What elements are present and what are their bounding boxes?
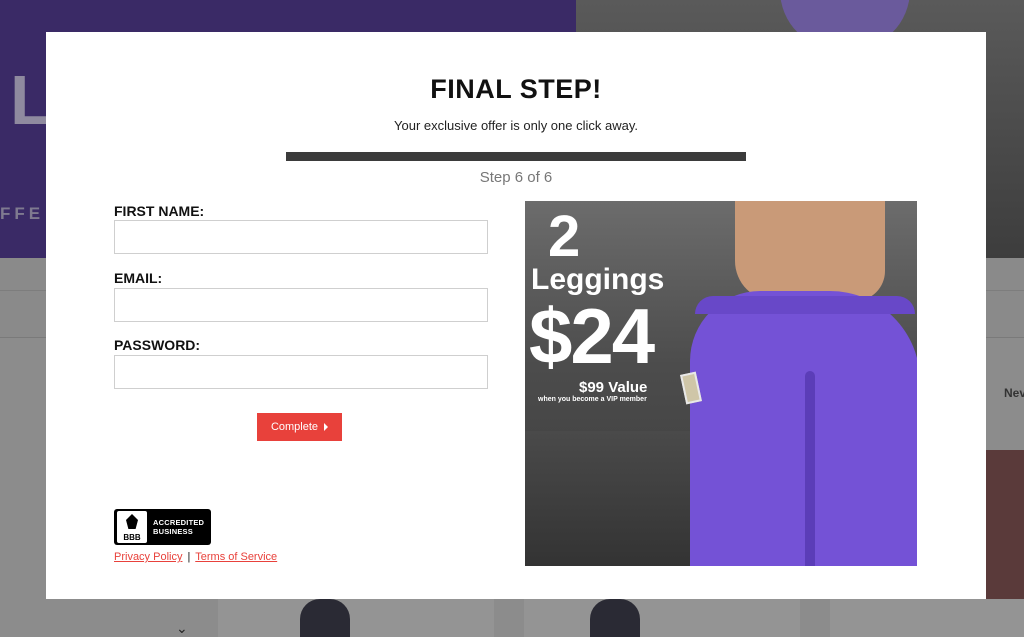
promo-price: $24 — [529, 292, 655, 380]
promo-model-back — [735, 201, 885, 301]
bbb-badge-line2: BUSINESS — [153, 527, 193, 536]
background-product-tile — [830, 599, 1024, 637]
bbb-logo-text: BBB — [123, 533, 141, 542]
complete-button[interactable]: Complete — [257, 413, 342, 441]
first-name-label: FIRST NAME: — [114, 203, 205, 219]
modal-subtitle: Your exclusive offer is only one click a… — [394, 118, 638, 133]
step-indicator: Step 6 of 6 — [479, 169, 553, 186]
bbb-badge-line1: ACCREDITED — [153, 518, 205, 527]
background-product-tile — [218, 599, 494, 637]
background-product-tile — [524, 599, 800, 637]
caret-right-icon — [324, 423, 329, 431]
background-product-photo — [986, 450, 1024, 600]
modal-title: FINAL STEP! — [430, 74, 602, 104]
bbb-accredited-badge[interactable]: BBB ACCREDITED BUSINESS — [114, 509, 211, 545]
bbb-torch-icon — [126, 514, 138, 529]
link-separator: | — [187, 551, 191, 563]
promo-leggings — [690, 291, 917, 566]
terms-of-service-link[interactable]: Terms of Service — [195, 551, 277, 563]
email-label: EMAIL: — [114, 270, 163, 286]
background-nav-item: Nev — [1004, 386, 1024, 400]
progress-bar — [286, 152, 746, 161]
password-field[interactable] — [114, 355, 488, 389]
password-label: PASSWORD: — [114, 337, 201, 353]
first-name-field[interactable] — [114, 220, 488, 254]
promo-waistband — [695, 296, 915, 314]
background-hero-subtext: FFE — [0, 204, 45, 223]
background-product-figure — [300, 599, 350, 637]
complete-button-label: Complete — [270, 421, 319, 433]
promo-count: 2 — [548, 204, 581, 269]
promo-value: $99 Value — [579, 379, 648, 396]
progress-fill — [286, 152, 746, 161]
email-field[interactable] — [114, 288, 488, 322]
background-product-figure — [590, 599, 640, 637]
promo-note: when you become a VIP member — [538, 396, 647, 403]
chevron-down-icon: ⌄ — [176, 620, 188, 636]
promo-leggings-seam — [805, 371, 815, 566]
bbb-logo-icon: BBB — [117, 511, 147, 543]
promo-image: 2 Leggings $24 $99 Value when you become… — [525, 201, 917, 566]
signup-modal: FINAL STEP! Your exclusive offer is only… — [46, 32, 986, 599]
legal-links: Privacy Policy | Terms of Service — [114, 551, 277, 563]
privacy-policy-link[interactable]: Privacy Policy — [114, 551, 182, 563]
bbb-badge-text: ACCREDITED BUSINESS — [153, 518, 204, 536]
